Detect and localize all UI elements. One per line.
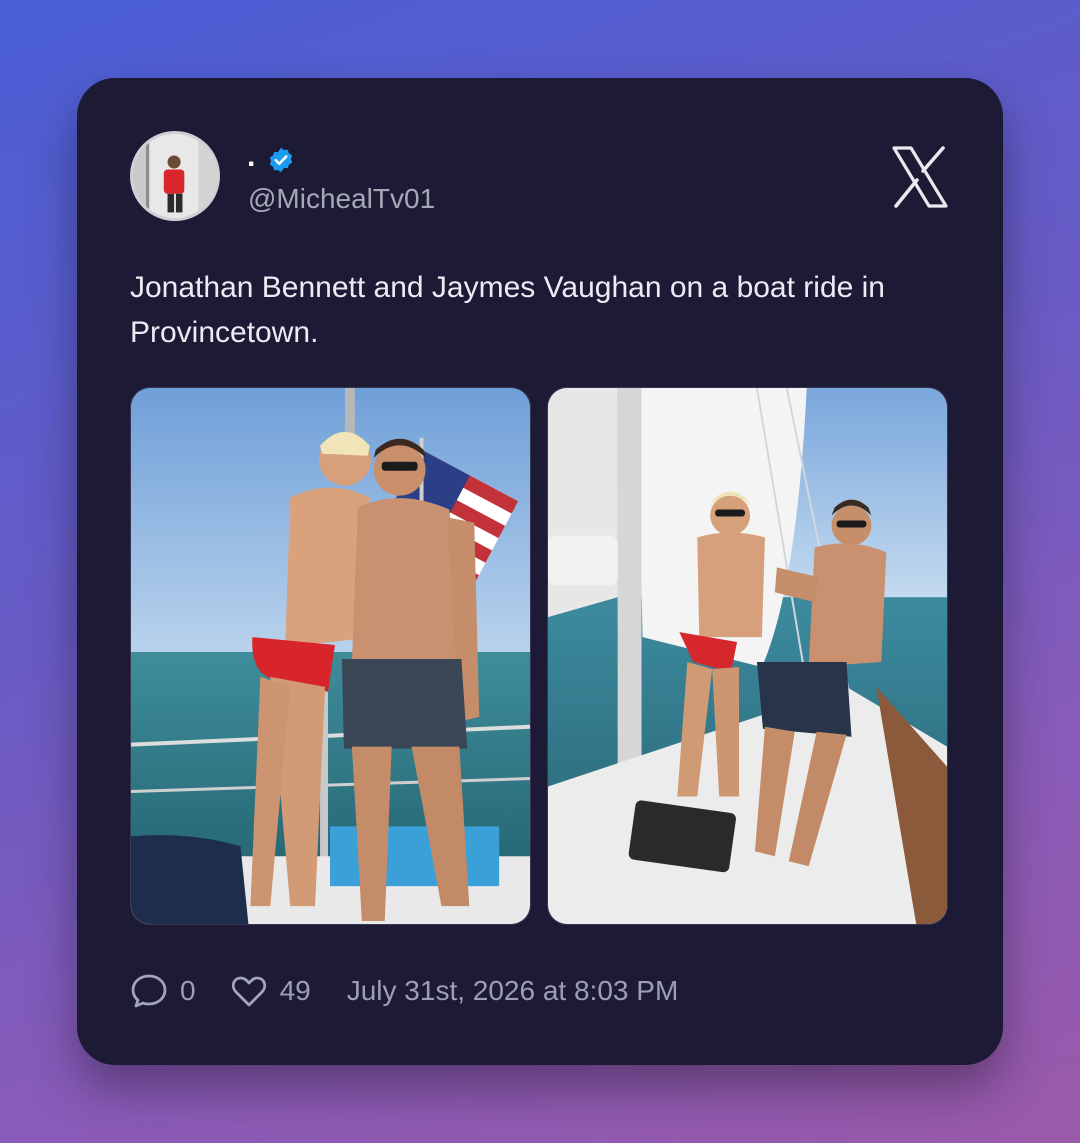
photo-sailboat-deck bbox=[548, 388, 947, 924]
reply-count: 0 bbox=[180, 975, 196, 1006]
avatar[interactable] bbox=[130, 131, 220, 221]
tweet-card: . @MichealTv01 Jonathan Bennett and Jaym… bbox=[77, 78, 1003, 1065]
post-timestamp[interactable]: July 31st, 2026 at 8:03 PM bbox=[347, 975, 679, 1007]
avatar-image bbox=[133, 134, 217, 218]
display-name[interactable]: . bbox=[247, 140, 255, 174]
speech-bubble-icon[interactable] bbox=[130, 972, 168, 1010]
tweet-photo-2[interactable] bbox=[547, 387, 948, 925]
tweet-footer: 0 49 July 31st, 2026 at 8:03 PM bbox=[130, 971, 678, 1011]
photo-boat-flag bbox=[131, 388, 530, 924]
x-logo-icon[interactable] bbox=[891, 146, 949, 208]
heart-icon[interactable] bbox=[230, 972, 268, 1010]
tweet-text: Jonathan Bennett and Jaymes Vaughan on a… bbox=[130, 271, 885, 349]
user-handle[interactable]: @MichealTv01 bbox=[248, 182, 435, 216]
like-count: 49 bbox=[279, 975, 311, 1006]
verified-badge-icon bbox=[269, 147, 293, 173]
tweet-photo-1[interactable] bbox=[130, 387, 531, 925]
